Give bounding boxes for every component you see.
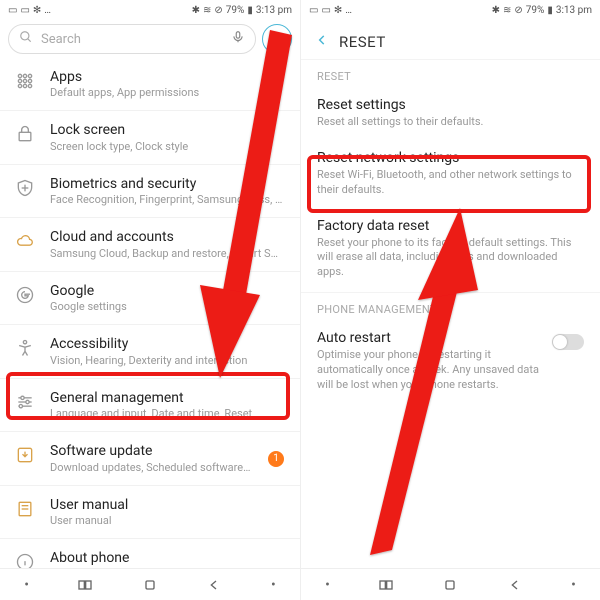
row-sub: Reset your phone to its factory default … <box>317 236 584 281</box>
lock-icon <box>14 123 36 145</box>
row-sub: User manual <box>50 514 286 528</box>
cloud-icon <box>14 230 36 252</box>
settings-row-cloud[interactable]: Cloud and accountsSamsung Cloud, Backup … <box>0 218 300 271</box>
bluetooth-icon: ✱ <box>192 5 200 16</box>
row-title: Factory data reset <box>317 218 584 234</box>
clock: 3:13 pm <box>256 5 292 16</box>
nav-home[interactable] <box>142 577 158 593</box>
row-sub: Screen lock type, Clock style <box>50 140 286 154</box>
factory-data-reset-row[interactable]: Factory data reset Reset your phone to i… <box>301 208 600 291</box>
row-sub: Samsung Cloud, Backup and restore, Smart… <box>50 247 286 261</box>
accessibility-icon <box>14 337 36 359</box>
settings-row-lock-screen[interactable]: Lock screenScreen lock type, Clock style <box>0 111 300 164</box>
row-sub: Optimise your phone by restarting it aut… <box>317 348 542 393</box>
reset-network-settings-row[interactable]: Reset network settings Reset Wi-Fi, Blue… <box>301 140 600 208</box>
dnd-icon: ⊘ <box>514 5 522 16</box>
download-icon <box>14 444 36 466</box>
nav-recents[interactable] <box>378 577 394 593</box>
settings-row-biometrics[interactable]: Biometrics and securityFace Recognition,… <box>0 165 300 218</box>
google-icon <box>14 284 36 306</box>
row-sub: Download updates, Scheduled software… <box>50 461 286 475</box>
row-title: Cloud and accounts <box>50 228 286 246</box>
vibrate-icon: ≋ <box>503 5 511 16</box>
row-title: Auto restart <box>317 330 542 346</box>
nav-bar: • • <box>301 568 600 600</box>
nav-menu-dot[interactable]: • <box>271 577 276 593</box>
settings-row-general-management[interactable]: General managementLanguage and input, Da… <box>0 379 300 432</box>
row-sub: Reset Wi-Fi, Bluetooth, and other networ… <box>317 168 584 198</box>
nav-bar: • • <box>0 568 300 600</box>
status-icon: ✻ <box>334 5 342 16</box>
nav-recents[interactable] <box>77 577 93 593</box>
status-icon: ▭ <box>20 5 29 16</box>
status-bar: ▭ ▭ ✻ … ✱ ≋ ⊘ 79% ▮ 3:13 pm <box>0 0 300 20</box>
settings-row-user-manual[interactable]: User manualUser manual <box>0 486 300 539</box>
auto-restart-row[interactable]: Auto restart Optimise your phone by rest… <box>301 320 600 403</box>
back-button[interactable] <box>315 32 329 51</box>
row-title: Reset network settings <box>317 150 584 166</box>
row-sub: Vision, Hearing, Dexterity and interacti… <box>50 354 286 368</box>
row-title: General management <box>50 389 286 407</box>
status-icon: ▭ <box>309 5 318 16</box>
clock: 3:13 pm <box>556 5 592 16</box>
nav-menu-dot[interactable]: • <box>571 577 576 593</box>
reset-settings-row[interactable]: Reset settings Reset all settings to the… <box>301 87 600 140</box>
profile-button[interactable] <box>262 24 292 54</box>
search-icon <box>19 30 33 48</box>
search-input[interactable]: Search <box>8 24 256 54</box>
nav-back[interactable] <box>206 577 222 593</box>
row-title: Software update <box>50 442 286 460</box>
phone-left: ▭ ▭ ✻ … ✱ ≋ ⊘ 79% ▮ 3:13 pm Search <box>0 0 300 600</box>
status-icon: ▭ <box>8 5 17 16</box>
mic-icon[interactable] <box>231 30 245 48</box>
vibrate-icon: ≋ <box>203 5 211 16</box>
search-placeholder: Search <box>41 32 81 47</box>
row-sub: Language and input, Date and time, Reset <box>50 407 286 421</box>
battery-percent: 79% <box>526 5 545 16</box>
row-sub: Reset all settings to their defaults. <box>317 115 584 130</box>
bluetooth-icon: ✱ <box>492 5 500 16</box>
row-title: User manual <box>50 496 286 514</box>
page-header: RESET <box>301 20 600 59</box>
battery-icon: ▮ <box>247 5 253 16</box>
battery-percent: 79% <box>226 5 245 16</box>
nav-back[interactable] <box>507 577 523 593</box>
section-label-phone-management: PHONE MANAGEMENT <box>301 292 600 318</box>
row-title: Biometrics and security <box>50 175 286 193</box>
row-title: About phone <box>50 549 286 567</box>
status-icon: ▭ <box>321 5 330 16</box>
row-title: Apps <box>50 68 286 86</box>
dnd-icon: ⊘ <box>214 5 222 16</box>
settings-row-software-update[interactable]: Software updateDownload updates, Schedul… <box>0 432 300 485</box>
row-sub: Face Recognition, Fingerprint, Samsung P… <box>50 193 286 207</box>
settings-row-apps[interactable]: AppsDefault apps, App permissions <box>0 58 300 111</box>
row-title: Google <box>50 282 286 300</box>
row-title: Reset settings <box>317 97 584 113</box>
auto-restart-toggle[interactable] <box>552 334 584 350</box>
status-icon: ✻ <box>33 5 41 16</box>
row-sub: Google settings <box>50 300 286 314</box>
nav-home[interactable] <box>442 577 458 593</box>
battery-icon: ▮ <box>547 5 553 16</box>
phone-right: ▭ ▭ ✻ … ✱ ≋ ⊘ 79% ▮ 3:13 pm RESET RESET <box>300 0 600 600</box>
nav-menu-dot[interactable]: • <box>325 577 330 593</box>
row-sub: Default apps, App permissions <box>50 86 286 100</box>
status-icon: … <box>345 5 352 16</box>
sliders-icon <box>14 391 36 413</box>
row-title: Accessibility <box>50 335 286 353</box>
section-label-reset: RESET <box>301 59 600 85</box>
update-badge: 1 <box>268 451 284 467</box>
page-title: RESET <box>339 33 386 51</box>
apps-icon <box>14 70 36 92</box>
row-title: Lock screen <box>50 121 286 139</box>
settings-list: AppsDefault apps, App permissions Lock s… <box>0 58 300 593</box>
status-icon: … <box>44 5 51 16</box>
status-bar: ▭ ▭ ✻ … ✱ ≋ ⊘ 79% ▮ 3:13 pm <box>301 0 600 20</box>
nav-menu-dot[interactable]: • <box>24 577 29 593</box>
settings-row-google[interactable]: GoogleGoogle settings <box>0 272 300 325</box>
shield-icon <box>14 177 36 199</box>
search-bar: Search <box>0 20 300 58</box>
settings-row-accessibility[interactable]: AccessibilityVision, Hearing, Dexterity … <box>0 325 300 378</box>
manual-icon <box>14 498 36 520</box>
